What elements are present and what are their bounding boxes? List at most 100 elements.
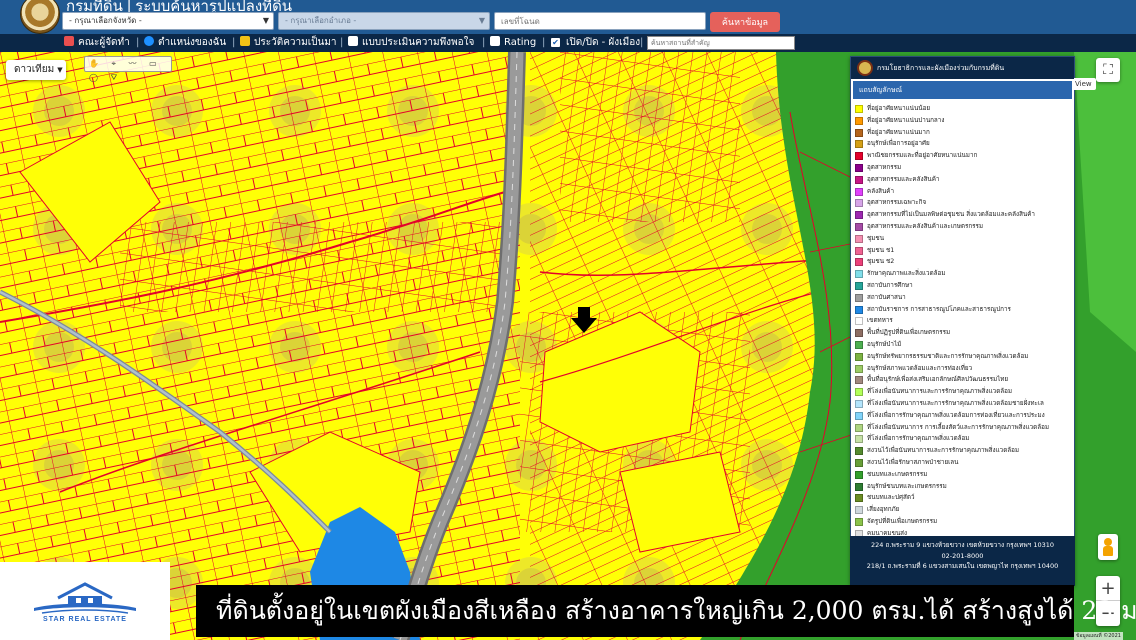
place-search-input[interactable] (647, 36, 795, 50)
legend-item: อนุรักษ์ป่าไม้ (855, 339, 1073, 351)
legend-swatch (855, 435, 863, 444)
legend-item-label: ที่โล่งเพื่อการรักษาคุณภาพสิ่งแวดล้อมการ… (867, 411, 1045, 419)
legend-item-label: ชุมชน (867, 234, 885, 242)
map-attribution[interactable]: ข้อมูลแผนที่ ©2021 (1074, 632, 1123, 640)
legend-item: ที่โล่งเพื่อการรักษาคุณภาพสิ่งแวดล้อม (855, 433, 1073, 445)
star-real-estate-logo: STAR REAL ESTATE (28, 580, 142, 626)
globe-icon (144, 36, 154, 46)
legend-item: อุตสาหกรรม (855, 162, 1073, 174)
legend-swatch (855, 163, 863, 172)
legend-item-label: อุตสาหกรรมและคลังสินค้า (867, 175, 940, 183)
credits-label: คณะผู้จัดทำ (78, 37, 130, 48)
chevron-down-icon: ▼ (57, 66, 63, 74)
legend-swatch (855, 305, 863, 314)
chevron-down-icon: ▼ (478, 16, 485, 25)
legend-item: อนุรักษ์ทรัพยากรธรรมชาติและการรักษาคุณภา… (855, 351, 1073, 363)
drawing-toolbar[interactable]: ✋ ⌖ 〰 ▭ ◯ ⛛ (84, 56, 172, 82)
legend-list: ที่อยู่อาศัยหนาแน่นน้อย ที่อยู่อาศัยหนาแน… (855, 103, 1073, 539)
legend-item-label: ที่โล่งเพื่อนันทนาการและการรักษาคุณภาพสิ… (867, 399, 1044, 407)
history-link[interactable]: ประวัติความเป็นมา (240, 34, 337, 52)
survey-link[interactable]: แบบประเมินความพึงพอใจ (348, 34, 474, 52)
legend-swatch (855, 482, 863, 491)
legend-item-label: พื้นที่อนุรักษ์เพื่อส่งเสริมเอกลักษณ์ศิล… (867, 376, 1009, 384)
search-button[interactable]: ค้นหาข้อมูล (710, 12, 780, 32)
legend-item: คลังสินค้า (855, 186, 1073, 198)
legend-swatch (855, 199, 863, 208)
legend-item-label: ชนบทและเกษตรกรรม (867, 470, 928, 478)
street-view-tab[interactable]: View (1074, 78, 1096, 90)
legend-item-label: อนุรักษ์เพื่อการอยู่อาศัย (867, 140, 930, 148)
legend-item: พื้นที่ปฏิรูปที่ดินเพื่อเกษตรกรรม (855, 327, 1073, 339)
chevron-down-icon: ▼ (262, 16, 269, 25)
legend-swatch (855, 116, 863, 125)
legend-item: อุตสาหกรรมเฉพาะกิจ (855, 197, 1073, 209)
legend-item-label: จัดรูปที่ดินเพื่อเกษตรกรรม (867, 517, 938, 525)
legend-item: รักษาคุณภาพและสิ่งแวดล้อม (855, 268, 1073, 280)
toolbar-divider: | (136, 37, 140, 48)
legend-footer: 224 ถ.พระราม 9 แขวงห้วยขวาง เขตห้วยขวาง … (850, 536, 1075, 586)
fullscreen-button[interactable]: ⛶ (1096, 58, 1120, 82)
land-use-map[interactable]: ดาวเทียม ▼ ✋ ⌖ 〰 ▭ ◯ ⛛ ⛶ + − ข้อมูลแผนที่… (0, 52, 1136, 640)
my-location-link[interactable]: ตำแหน่งของฉัน (144, 34, 226, 52)
deed-number-input[interactable] (494, 12, 706, 30)
legend-swatch (855, 517, 863, 526)
legend-header-title: กรมโยธาธิการและผังเมืองร่วมกับกรมที่ดิน (877, 64, 1005, 72)
legend-item: อุตสาหกรรมที่ไม่เป็นมลพิษต่อชุมชน สิ่งแว… (855, 209, 1073, 221)
city-plan-checkbox[interactable]: ✔ (551, 38, 560, 47)
legend-item: ที่โล่งเพื่อนันทนาการและการรักษาคุณภาพสิ… (855, 398, 1073, 410)
document-icon (348, 36, 358, 46)
legend-item-label: สงวนไว้เพื่อนันทนาการและการรักษาคุณภาพสิ… (867, 447, 1020, 455)
legend-item-label: เขตทหาร (867, 317, 893, 325)
legend-item-label: พาณิชยกรรมและที่อยู่อาศัยหนาแน่นมาก (867, 152, 978, 160)
legend-item: ที่โล่งเพื่อนันทนาการ การเลี้ยงสัตว์และก… (855, 422, 1073, 434)
legend-item-label: อนุรักษ์ชนบทและเกษตรกรรม (867, 482, 947, 490)
rating-link[interactable]: Rating (490, 34, 536, 52)
legend-item-label: ชุมชน ช1 (867, 246, 895, 254)
province-select[interactable]: - กรุณาเลือกจังหวัด - ▼ (62, 12, 274, 30)
legend-item-label: อนุรักษ์ป่าไม้ (867, 340, 902, 348)
legend-swatch (855, 152, 863, 161)
legend-swatch (855, 364, 863, 373)
legend-swatch (855, 105, 863, 113)
legend-item-label: ชุมชน ช2 (867, 258, 895, 266)
city-plan-toggle-label: เปิด/ปิด - ผังเมือง (566, 37, 641, 48)
address-line: 224 ถ.พระราม 9 แขวงห้วยขวาง เขตห้วยขวาง … (870, 541, 1054, 549)
main-toolbar: คณะผู้จัดทำ | ตำแหน่งของฉัน | ประวัติควา… (0, 34, 1136, 52)
legend-item-label: รักษาคุณภาพและสิ่งแวดล้อม (867, 270, 946, 278)
brand-logo-box: STAR REAL ESTATE (0, 562, 170, 640)
district-select-label: - กรุณาเลือกอำเภอ - (285, 16, 357, 25)
legend-swatch (855, 411, 863, 420)
legend-swatch (855, 246, 863, 255)
basemap-label: ดาวเทียม (14, 64, 55, 75)
province-select-label: - กรุณาเลือกจังหวัด - (69, 16, 142, 25)
legend-subheader: แถบสัญลักษณ์ (853, 81, 1072, 99)
legend-item: ที่โล่งเพื่อการรักษาคุณภาพสิ่งแวดล้อมการ… (855, 410, 1073, 422)
legend-swatch (855, 494, 863, 503)
house-logo-icon (34, 582, 136, 614)
legend-swatch (855, 211, 863, 220)
toolbar-divider: | (340, 37, 344, 48)
legend-item-label: อุตสาหกรรมและคลังสินค้าและเกษตรกรรม (867, 222, 984, 230)
credits-link[interactable]: คณะผู้จัดทำ (64, 34, 130, 52)
dpt-logo-icon (857, 60, 873, 76)
caption-text: ที่ดินตั้งอยู่ในเขตผังเมืองสีเหลือง สร้า… (216, 596, 1136, 625)
legend-panel[interactable]: กรมโยธาธิการและผังเมืองร่วมกับกรมที่ดิน … (850, 56, 1075, 586)
legend-item: ชุมชน (855, 233, 1073, 245)
legend-swatch (855, 281, 863, 290)
legend-item-label: อุตสาหกรรม (867, 163, 902, 171)
pen-icon (240, 36, 250, 46)
city-plan-toggle[interactable]: ✔ เปิด/ปิด - ผังเมือง (551, 34, 640, 52)
legend-header: กรมโยธาธิการและผังเมืองร่วมกับกรมที่ดิน (851, 57, 1074, 79)
top-header: กรมที่ดิน | ระบบค้นหารูปแปลงที่ดิน - กรุ… (0, 0, 1136, 34)
legend-item: ชนบทและเกษตรกรรม (855, 469, 1073, 481)
legend-item: อุตสาหกรรมและคลังสินค้าและเกษตรกรรม (855, 221, 1073, 233)
legend-item: สถาบันการศึกษา (855, 280, 1073, 292)
rating-label: Rating (504, 37, 537, 48)
legend-swatch (855, 293, 863, 302)
caption-bar: ที่ดินตั้งอยู่ในเขตผังเมืองสีเหลือง สร้า… (196, 585, 1136, 637)
district-select[interactable]: - กรุณาเลือกอำเภอ - ▼ (278, 12, 490, 30)
legend-item-label: สถาบันราชการ การสาธารณูปโภคและสาธารณูปกา… (867, 305, 1011, 313)
legend-item-label: ที่โล่งเพื่อนันทนาการ การเลี้ยงสัตว์และก… (867, 423, 1050, 431)
street-view-pegman-icon[interactable] (1098, 534, 1118, 560)
basemap-select[interactable]: ดาวเทียม ▼ (6, 60, 66, 80)
